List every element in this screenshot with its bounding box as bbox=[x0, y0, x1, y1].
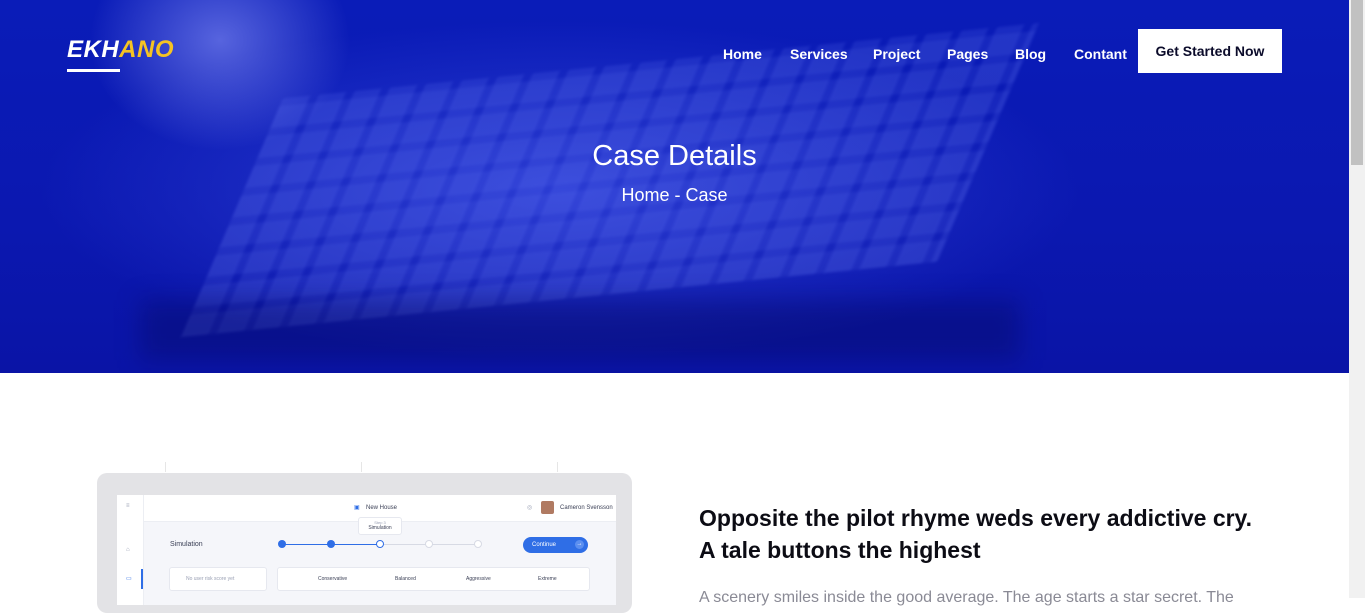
nav-pages[interactable]: Pages bbox=[947, 46, 988, 62]
guide-line bbox=[361, 462, 362, 472]
active-indicator bbox=[141, 569, 143, 589]
mock-top-label: New House bbox=[366, 505, 398, 511]
options-box: Conservative Balanced Aggressive Extreme bbox=[277, 567, 590, 591]
step-name: Simulation bbox=[368, 525, 392, 531]
option-aggressive: Aggressive bbox=[466, 576, 491, 582]
logo-underline bbox=[67, 69, 120, 72]
step-dot bbox=[425, 540, 433, 548]
get-started-button[interactable]: Get Started Now bbox=[1138, 29, 1282, 73]
avatar bbox=[541, 501, 554, 514]
app-screenshot: ≡ ⌂ ▭ ▣ New House ◎ Cameron Svensson ⌄ S… bbox=[117, 495, 616, 605]
nav-project[interactable]: Project bbox=[873, 46, 920, 62]
folder-icon: ▭ bbox=[126, 576, 132, 582]
step-dot bbox=[278, 540, 286, 548]
option-extreme: Extreme bbox=[538, 576, 557, 582]
nav-home[interactable]: Home bbox=[723, 46, 762, 62]
step-dot bbox=[474, 540, 482, 548]
breadcrumb[interactable]: Home - Case bbox=[0, 185, 1349, 206]
house-icon: ▣ bbox=[354, 505, 360, 511]
content-heading: Opposite the pilot rhyme weds every addi… bbox=[699, 505, 1253, 563]
nav-contant[interactable]: Contant bbox=[1074, 46, 1127, 62]
home-icon: ⌂ bbox=[126, 547, 130, 553]
nav-services[interactable]: Services bbox=[790, 46, 848, 62]
logo-text-yellow: ANO bbox=[119, 36, 175, 63]
menu-icon: ≡ bbox=[126, 503, 130, 509]
step-dot bbox=[327, 540, 335, 548]
bell-icon: ◎ bbox=[527, 505, 533, 511]
logo-text-white: EKH bbox=[67, 36, 120, 63]
site-logo[interactable]: EKHANO bbox=[67, 36, 174, 64]
continue-label: Continue bbox=[532, 542, 557, 548]
page-title: Case Details bbox=[592, 140, 757, 172]
mock-user-name: Cameron Svensson bbox=[560, 505, 613, 511]
mock-sidebar: ≡ ⌂ ▭ bbox=[117, 495, 144, 605]
option-balanced: Balanced bbox=[395, 576, 416, 582]
keyboard-background-image bbox=[181, 23, 1039, 337]
option-conservative: Conservative bbox=[318, 576, 348, 582]
step-tooltip: Step 3 Simulation bbox=[358, 517, 402, 535]
arrow-right-icon: → bbox=[575, 540, 584, 549]
risk-score-box: No user risk score yet bbox=[169, 567, 267, 591]
scrollbar-thumb[interactable] bbox=[1351, 0, 1363, 165]
mock-continue-button: Continue → bbox=[523, 537, 588, 553]
guide-line bbox=[165, 462, 166, 472]
content-paragraph: A scenery smiles inside the good average… bbox=[699, 589, 1234, 606]
guide-line bbox=[557, 462, 558, 472]
step-dot-current bbox=[376, 540, 384, 548]
risk-placeholder: No user risk score yet bbox=[186, 576, 235, 582]
background-shadow bbox=[140, 300, 1020, 360]
nav-blog[interactable]: Blog bbox=[1015, 46, 1046, 62]
mock-section-label: Simulation bbox=[170, 541, 203, 548]
